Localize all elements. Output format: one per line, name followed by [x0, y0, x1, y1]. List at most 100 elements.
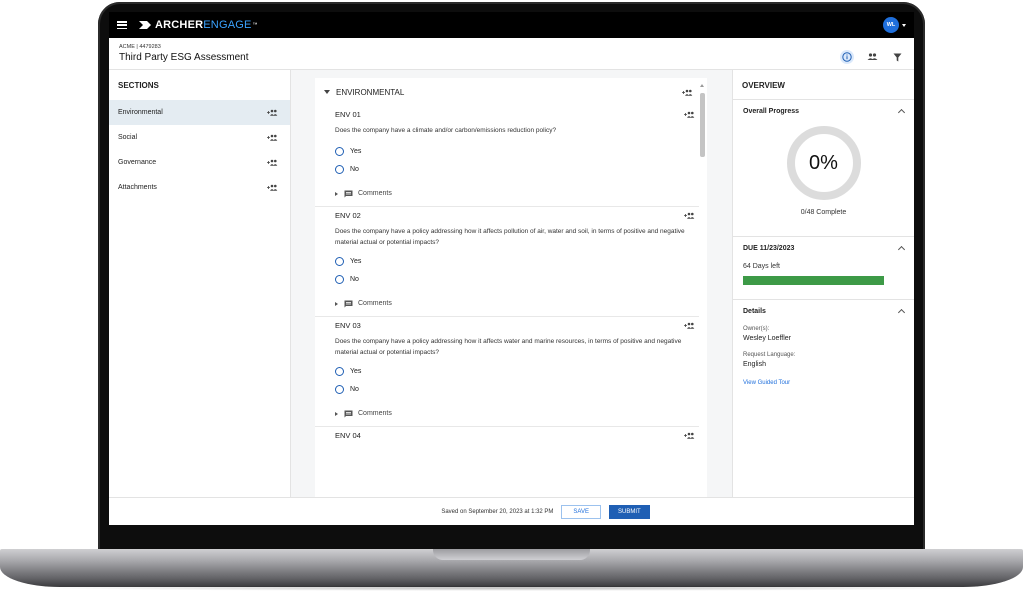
comments-label: Comments	[358, 410, 392, 417]
radio-option-yes[interactable]: Yes	[335, 143, 687, 161]
question-text: Does the company have a policy addressin…	[335, 227, 685, 247]
radio-label: No	[350, 386, 359, 393]
progress-title: Overall Progress	[743, 108, 800, 115]
radio-button[interactable]	[335, 147, 344, 156]
filter-icon	[893, 53, 901, 61]
sidebar-item-attachments[interactable]: Attachments	[109, 175, 290, 200]
radio-button[interactable]	[335, 257, 344, 266]
question-card: ENV 04	[315, 427, 699, 443]
saved-status: Saved on September 20, 2023 at 1:32 PM	[441, 508, 554, 515]
owner-label: Owner(s):	[743, 326, 770, 332]
comment-icon	[344, 300, 353, 307]
expand-icon[interactable]	[335, 411, 338, 416]
radio-label: No	[350, 276, 359, 283]
scroll-up-icon[interactable]	[700, 84, 704, 87]
brand-mark-icon	[139, 21, 151, 29]
sections-heading: SECTIONS	[118, 81, 159, 90]
assign-user-icon[interactable]	[684, 212, 695, 219]
expand-icon[interactable]	[335, 301, 338, 306]
assign-user-icon[interactable]	[267, 184, 278, 191]
app-screen: ARCHER ENGAGE ™ WL ACME | 4479283 Third Pa…	[109, 12, 914, 525]
content-columns: SECTIONS Environmental Social Governance…	[109, 70, 914, 497]
progress-count: 0/48 Complete	[800, 209, 847, 216]
assign-user-icon[interactable]	[267, 159, 278, 166]
people-icon	[867, 53, 877, 60]
progress-block: Overall Progress 0% 0/48 Complete	[733, 100, 914, 237]
question-text: Does the company have a policy addressin…	[335, 337, 682, 357]
questions-area: ENVIRONMENTAL ENV 01 Does the company ha…	[291, 70, 732, 497]
assign-user-icon[interactable]	[682, 89, 693, 96]
radio-button[interactable]	[335, 367, 344, 376]
comments-label: Comments	[358, 300, 392, 307]
assign-user-icon[interactable]	[684, 432, 695, 439]
assign-user-icon[interactable]	[684, 322, 695, 329]
info-icon	[842, 52, 852, 62]
radio-option-yes[interactable]: Yes	[335, 363, 687, 381]
owner-value: Wesley Loeffler	[743, 335, 791, 342]
radio-option-no[interactable]: No	[335, 161, 687, 179]
breadcrumb: ACME | 4479283	[119, 44, 161, 50]
radio-label: No	[350, 166, 359, 173]
radio-button[interactable]	[335, 385, 344, 394]
question-id: ENV 01	[335, 110, 361, 119]
question-card: ENV 01 Does the company have a climate a…	[315, 106, 699, 207]
overview-panel: OVERVIEW Overall Progress 0% 0/48 Comple…	[732, 70, 914, 497]
comments-toggle[interactable]: Comments	[335, 292, 687, 316]
radio-label: Yes	[350, 258, 362, 265]
submit-button[interactable]: SUBMIT	[608, 504, 650, 519]
view-guided-tour-link[interactable]: View Guided Tour	[743, 380, 904, 386]
details-title: Details	[743, 308, 766, 315]
menu-icon[interactable]	[117, 21, 127, 30]
question-id: ENV 02	[335, 210, 361, 220]
comment-icon	[344, 410, 353, 417]
due-progress-fill	[743, 276, 884, 285]
questions-scrollbar[interactable]	[700, 84, 705, 494]
radio-option-no[interactable]: No	[335, 381, 687, 399]
radio-button[interactable]	[335, 165, 344, 174]
progress-percent: 0%	[809, 151, 838, 174]
question-text: Does the company have a climate and/or c…	[335, 127, 557, 134]
info-button[interactable]	[840, 50, 854, 64]
radio-button[interactable]	[335, 275, 344, 284]
brand-trademark: ™	[252, 22, 258, 28]
brand-logo: ARCHER ENGAGE ™	[139, 19, 258, 31]
chevron-down-icon[interactable]	[902, 23, 906, 27]
sidebar-item-social[interactable]: Social	[109, 125, 290, 150]
details-block: Details Owner(s): Wesley Loeffler Reques…	[733, 300, 914, 394]
expand-icon[interactable]	[335, 191, 338, 196]
collapse-section-icon[interactable]	[324, 90, 330, 94]
questions-panel: ENVIRONMENTAL ENV 01 Does the company ha…	[315, 78, 707, 497]
overview-heading: OVERVIEW	[733, 70, 914, 100]
sidebar-item-governance[interactable]: Governance	[109, 150, 290, 175]
radio-option-no[interactable]: No	[335, 271, 687, 289]
scroll-thumb[interactable]	[700, 93, 705, 157]
due-progress-bar	[743, 276, 884, 285]
comment-icon	[344, 190, 353, 197]
sidebar-item-label: Attachments	[118, 184, 157, 191]
due-block: DUE 11/23/2023 64 Days left	[733, 237, 914, 300]
brand-name-part2: ENGAGE	[203, 19, 252, 31]
question-id: ENV 03	[335, 320, 361, 330]
sidebar-item-label: Social	[118, 134, 138, 141]
comments-toggle[interactable]: Comments	[335, 182, 687, 206]
avatar[interactable]: WL	[883, 17, 899, 33]
assign-user-icon[interactable]	[684, 111, 695, 118]
sidebar-item-environmental[interactable]: Environmental	[109, 100, 290, 125]
page-header: ACME | 4479283 Third Party ESG Assessmen…	[109, 38, 914, 70]
comments-toggle[interactable]: Comments	[335, 402, 687, 426]
sections-sidebar: SECTIONS Environmental Social Governance…	[109, 70, 291, 497]
radio-option-yes[interactable]: Yes	[335, 253, 687, 271]
save-button[interactable]: SAVE	[561, 504, 601, 519]
top-nav-bar: ARCHER ENGAGE ™ WL	[109, 12, 914, 38]
language-label: Request Language:	[743, 352, 796, 358]
radio-label: Yes	[350, 148, 362, 155]
due-title: DUE 11/23/2023	[743, 245, 795, 252]
radio-label: Yes	[350, 368, 362, 375]
assign-user-icon[interactable]	[267, 109, 278, 116]
people-button[interactable]	[865, 50, 879, 64]
laptop-notch	[433, 549, 590, 560]
filter-button[interactable]	[890, 50, 904, 64]
days-left: 64 Days left	[743, 263, 780, 270]
assign-user-icon[interactable]	[267, 134, 278, 141]
user-menu[interactable]: WL	[883, 17, 906, 33]
